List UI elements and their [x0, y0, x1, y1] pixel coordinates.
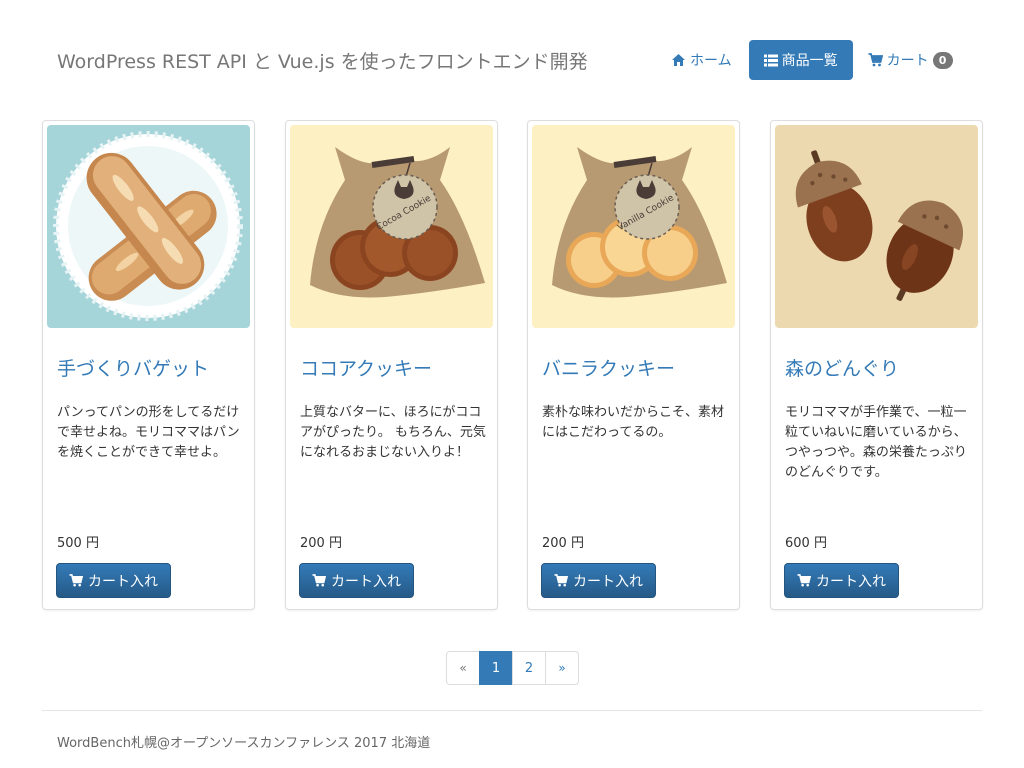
product-image-vanilla-cookie[interactable]: Vanilla Cookie: [532, 125, 735, 328]
footer-divider: [42, 710, 982, 711]
product-price: 200 円: [300, 536, 342, 551]
product-price: 500 円: [57, 536, 99, 551]
add-to-cart-label: カート入れ: [88, 573, 158, 590]
pagination-page-2[interactable]: 2: [512, 651, 546, 685]
nav-products-label: 商品一覧: [781, 53, 838, 69]
cart-icon: [554, 574, 568, 587]
product-card: Cocoa Cookie ココアクッキー 上質なバターに、ほろにがココアがぴった…: [285, 120, 498, 610]
product-image-acorns[interactable]: [775, 125, 978, 328]
product-title[interactable]: 手づくりバゲット: [57, 354, 209, 381]
product-description: パンってパンの形をしてるだけで幸せよね。モリコママはパンを焼くことができて幸せよ…: [57, 405, 240, 460]
list-icon: [763, 54, 778, 66]
product-title[interactable]: ココアクッキー: [300, 354, 432, 381]
pagination: « 1 2 »: [446, 651, 579, 685]
product-description: 上質なバターに、ほろにがココアがぴったり。 もちろん、元気になれるおまじない入り…: [300, 405, 486, 460]
pagination-next[interactable]: »: [545, 651, 579, 685]
product-price: 200 円: [542, 536, 584, 551]
main-nav: ホーム 商品一覧 カート 0: [656, 40, 968, 80]
add-to-cart-label: カート入れ: [573, 573, 643, 590]
navbar: WordPress REST API と Vue.js を使ったフロントエンド開…: [0, 0, 1024, 100]
nav-cart-label: カート: [886, 53, 929, 69]
home-icon: [672, 54, 685, 66]
product-title[interactable]: 森のどんぐり: [785, 354, 899, 381]
add-to-cart-button[interactable]: カート入れ: [541, 563, 656, 598]
product-title[interactable]: バニラクッキー: [542, 354, 675, 381]
product-card: 森のどんぐり モリコママが手作業で、一粒一粒ていねいに磨いているから、つやっつや…: [770, 120, 983, 610]
product-image-cocoa-cookie[interactable]: Cocoa Cookie: [290, 125, 493, 328]
add-to-cart-button[interactable]: カート入れ: [299, 563, 414, 598]
product-description: モリコママが手作業で、一粒一粒ていねいに磨いているから、つやっつや。森の栄養たっ…: [785, 405, 967, 480]
cart-icon: [312, 574, 326, 587]
site-title[interactable]: WordPress REST API と Vue.js を使ったフロントエンド開…: [57, 47, 588, 74]
cart-icon: [69, 574, 83, 587]
add-to-cart-button[interactable]: カート入れ: [784, 563, 899, 598]
nav-home-label: ホーム: [690, 53, 732, 69]
product-price: 600 円: [785, 536, 827, 551]
nav-products[interactable]: 商品一覧: [748, 40, 853, 80]
product-card: Vanilla Cookie バニラクッキー 素朴な味わいだからこそ、素材にはこ…: [527, 120, 740, 610]
add-to-cart-label: カート入れ: [816, 573, 886, 590]
add-to-cart-button[interactable]: カート入れ: [56, 563, 171, 598]
product-image-baguette[interactable]: [47, 125, 250, 328]
product-description: 素朴な味わいだからこそ、素材にはこだわってるの。: [542, 405, 725, 440]
cart-icon: [797, 574, 811, 587]
pagination-page-1[interactable]: 1: [479, 651, 513, 685]
nav-home[interactable]: ホーム: [656, 40, 747, 80]
cart-icon: [868, 53, 883, 67]
pagination-prev[interactable]: «: [446, 651, 480, 685]
nav-cart[interactable]: カート 0: [853, 40, 968, 80]
cart-count-badge: 0: [932, 51, 953, 69]
footer-text: WordBench札幌@オープンソースカンファレンス 2017 北海道: [57, 736, 431, 751]
add-to-cart-label: カート入れ: [331, 573, 401, 590]
product-card: 手づくりバゲット パンってパンの形をしてるだけで幸せよね。モリコママはパンを焼く…: [42, 120, 255, 610]
